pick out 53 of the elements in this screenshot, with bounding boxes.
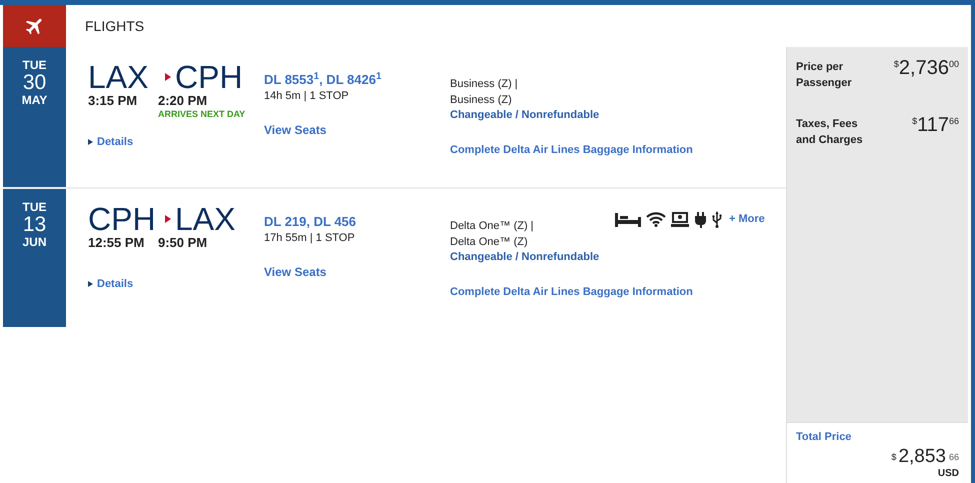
weekday-label: TUE xyxy=(22,200,46,214)
amount-value: 117 xyxy=(917,113,949,137)
cabin-class: Delta One™ (Z) | xyxy=(450,219,534,234)
fare-rules-link[interactable]: Changeable / Nonrefundable xyxy=(450,250,600,264)
currency-symbol: $ xyxy=(894,58,899,71)
usb-icon xyxy=(712,211,722,228)
duration-text: 14h 5m | 1 STOP xyxy=(264,89,350,103)
departure-time: 12:55 PM xyxy=(88,235,146,251)
duration-text: 17h 55m | 1 STOP xyxy=(264,231,356,245)
weekday-label: TUE xyxy=(22,58,46,72)
flight-numbers-link[interactable]: DL 219, DL 456 xyxy=(264,214,356,230)
flight-numbers-link[interactable]: DL 8553$^{1}$, DL 8426$^{1}$ xyxy=(264,72,382,88)
details-link[interactable]: Details xyxy=(88,134,264,150)
arrow-icon xyxy=(165,73,171,81)
cents-value: 66 xyxy=(948,450,959,464)
currency-symbol: $ xyxy=(891,450,896,464)
cents-value: 00 xyxy=(948,58,959,71)
arrow-icon xyxy=(165,215,171,223)
baggage-link[interactable]: Complete Delta Air Lines Baggage Information xyxy=(450,284,693,300)
plug-icon xyxy=(694,212,707,228)
amount-value: 2,853 xyxy=(898,446,946,468)
amount-value: 2,736 xyxy=(898,56,949,80)
day-label: 30 xyxy=(22,72,46,93)
wifi-icon xyxy=(646,212,666,227)
total-label: Total Price xyxy=(796,430,852,445)
arrival-time: 2:20 PM xyxy=(158,93,208,109)
month-label: MAY xyxy=(22,93,48,107)
departure-time: 3:15 PM xyxy=(88,93,138,110)
view-seats-link[interactable]: View Seats xyxy=(264,263,326,281)
fare-rules-link[interactable]: Changeable / Nonrefundable xyxy=(450,108,600,122)
view-seats-link[interactable]: View Seats xyxy=(264,121,326,139)
currency-symbol: $ xyxy=(912,115,918,128)
details-link[interactable]: Details xyxy=(88,276,264,292)
more-link[interactable]: + More xyxy=(729,211,765,228)
cabin-class: Delta One™ (Z) xyxy=(450,235,528,250)
cabin-class: Business (Z) xyxy=(450,93,512,108)
price-label: Price per Passenger xyxy=(796,60,853,91)
destination-code: CPH xyxy=(175,61,243,93)
currency-code: USD xyxy=(938,468,959,478)
arrival-note: ARRIVES NEXT DAY xyxy=(158,109,246,119)
baggage-link[interactable]: Complete Delta Air Lines Baggage Information xyxy=(450,142,693,158)
origin-code: LAX xyxy=(88,61,150,93)
arrival-time: 9:50 PM xyxy=(158,235,208,251)
price-label: Taxes, Fees and Charges xyxy=(796,117,864,148)
month-label: JUN xyxy=(22,235,46,249)
bed-icon xyxy=(615,212,641,226)
section-title: FLIGHTS xyxy=(85,16,144,36)
cents-value: 66 xyxy=(948,115,959,128)
cabin-class: Business (Z) | xyxy=(450,77,518,92)
destination-code: LAX xyxy=(175,203,236,235)
monitor-icon xyxy=(671,212,689,227)
day-label: 13 xyxy=(22,214,46,235)
origin-code: CPH xyxy=(88,203,157,235)
